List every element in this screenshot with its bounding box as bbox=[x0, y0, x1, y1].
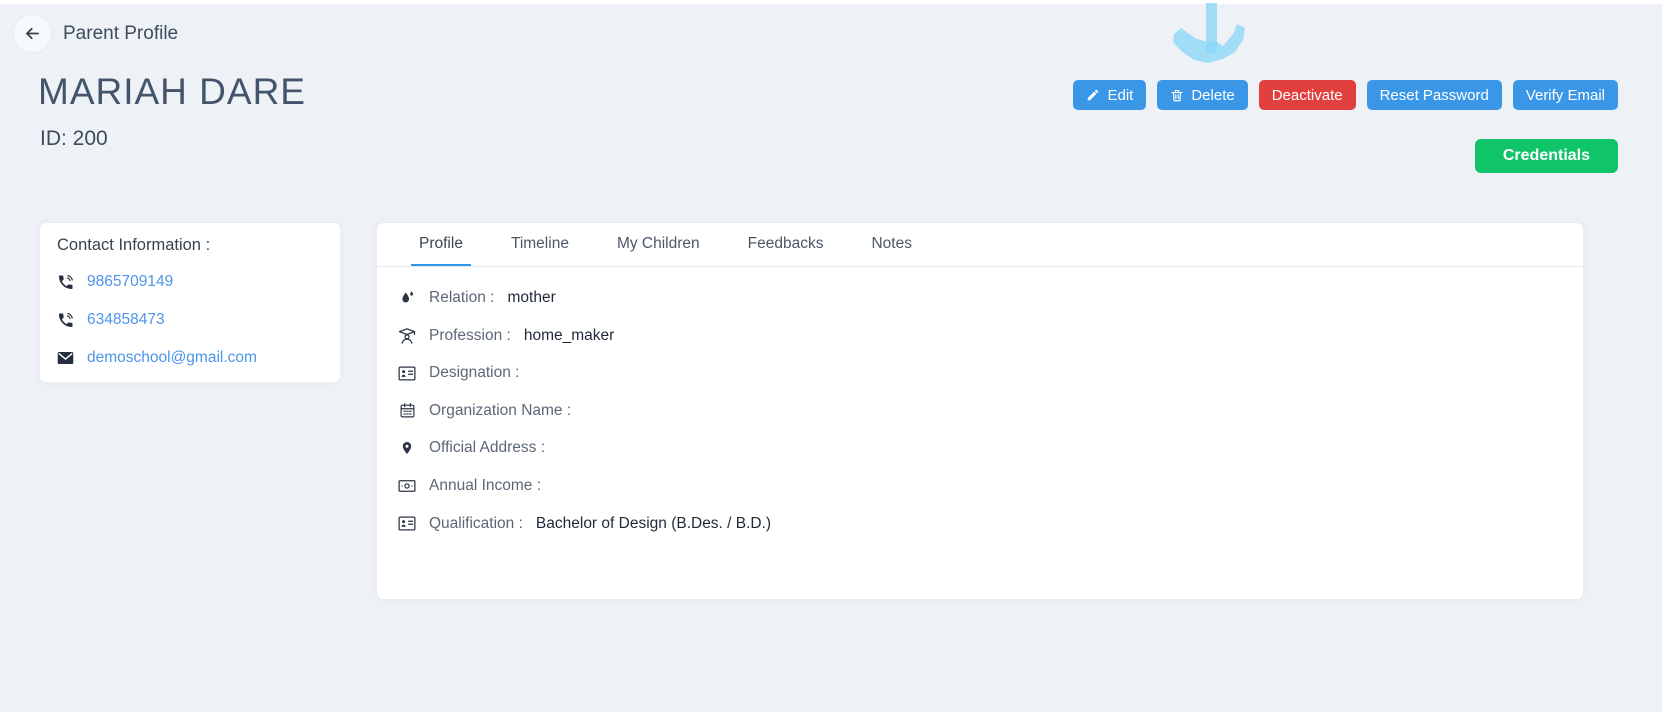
map-pin-icon bbox=[397, 439, 417, 457]
down-arrow-annotation bbox=[1150, 0, 1280, 80]
detail-label: Designation : bbox=[429, 364, 520, 382]
deactivate-button[interactable]: Deactivate bbox=[1258, 80, 1356, 110]
tab-notes[interactable]: Notes bbox=[863, 223, 920, 266]
back-button[interactable] bbox=[14, 15, 51, 52]
detail-row-organization: Organization Name : bbox=[397, 399, 1583, 423]
detail-label: Organization Name : bbox=[429, 401, 572, 419]
contact-phone-row: 9865709149 bbox=[57, 271, 323, 293]
reset-password-button-label: Reset Password bbox=[1379, 86, 1489, 104]
contact-phone-row: 634858473 bbox=[57, 309, 323, 331]
pencil-icon bbox=[1086, 88, 1100, 102]
tab-profile[interactable]: Profile bbox=[411, 223, 471, 266]
credentials-button-label: Credentials bbox=[1502, 147, 1590, 164]
verify-email-button-label: Verify Email bbox=[1525, 86, 1605, 104]
verify-email-button[interactable]: Verify Email bbox=[1512, 80, 1618, 110]
phone-icon bbox=[57, 274, 74, 291]
detail-label: Relation : bbox=[429, 289, 495, 306]
profile-details: Relation : mother Profession : home_make… bbox=[377, 267, 1583, 536]
reset-password-button[interactable]: Reset Password bbox=[1366, 80, 1502, 110]
detail-row-annual-income: Annual Income : bbox=[397, 474, 1583, 498]
profile-tabs: Profile Timeline My Children Feedbacks N… bbox=[377, 223, 1583, 267]
credentials-button[interactable]: Credentials bbox=[1474, 139, 1618, 173]
parent-profile-card: Profile Timeline My Children Feedbacks N… bbox=[377, 223, 1583, 599]
detail-label: Profession : bbox=[429, 326, 511, 344]
parent-id: ID: 200 bbox=[40, 127, 108, 150]
tab-my-children[interactable]: My Children bbox=[609, 223, 708, 266]
edit-button[interactable]: Edit bbox=[1073, 80, 1147, 110]
detail-row-qualification: Qualification : Bachelor of Design (B.De… bbox=[397, 512, 1583, 536]
qualification-icon bbox=[397, 516, 417, 531]
detail-row-profession: Profession : home_maker bbox=[397, 324, 1583, 348]
contact-information-heading: Contact Information : bbox=[57, 236, 211, 254]
edit-button-label: Edit bbox=[1107, 86, 1134, 104]
credentials-row: Credentials bbox=[1474, 139, 1618, 173]
deactivate-button-label: Deactivate bbox=[1271, 86, 1343, 104]
phone-number-link[interactable]: 9865709149 bbox=[87, 273, 173, 291]
email-link[interactable]: demoschool@gmail.com bbox=[87, 349, 257, 367]
top-strip bbox=[0, 0, 1662, 4]
organization-icon bbox=[397, 402, 417, 419]
delete-button[interactable]: Delete bbox=[1157, 80, 1248, 110]
arrow-left-icon bbox=[23, 24, 42, 43]
action-buttons-row: Edit Delete Deactivate Reset Password Ve… bbox=[1073, 80, 1618, 110]
detail-row-official-address: Official Address : bbox=[397, 436, 1583, 460]
detail-row-designation: Designation : bbox=[397, 361, 1583, 385]
detail-label: Qualification : bbox=[429, 514, 523, 532]
detail-row-relation: Relation : mother bbox=[397, 286, 1583, 310]
detail-label: Official Address : bbox=[429, 439, 546, 457]
profession-icon bbox=[397, 327, 417, 345]
relation-icon bbox=[397, 289, 417, 307]
tab-timeline[interactable]: Timeline bbox=[503, 223, 577, 266]
contact-information-card: Contact Information : 9865709149 6348584… bbox=[40, 223, 340, 382]
contact-email-row: demoschool@gmail.com bbox=[57, 347, 323, 369]
designation-icon bbox=[397, 366, 417, 381]
phone-icon bbox=[57, 312, 74, 329]
delete-button-label: Delete bbox=[1191, 86, 1235, 104]
parent-name: MARIAH DARE bbox=[38, 71, 306, 112]
page-title: Parent Profile bbox=[63, 23, 179, 44]
tab-feedbacks[interactable]: Feedbacks bbox=[740, 223, 832, 266]
detail-value: mother bbox=[507, 289, 556, 306]
phone-number-link[interactable]: 634858473 bbox=[87, 311, 165, 329]
email-icon bbox=[57, 351, 74, 365]
detail-value: Bachelor of Design (B.Des. / B.D.) bbox=[535, 514, 772, 532]
detail-value: home_maker bbox=[523, 326, 615, 344]
banknote-icon bbox=[397, 479, 417, 493]
trash-icon bbox=[1170, 88, 1184, 103]
detail-label: Annual Income : bbox=[429, 476, 542, 494]
